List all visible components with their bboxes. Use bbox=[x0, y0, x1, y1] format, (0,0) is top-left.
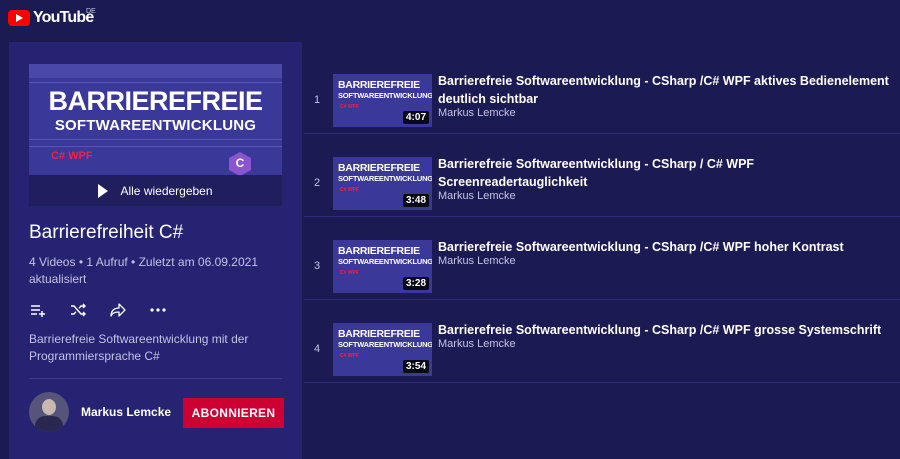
thumb-title-line1: BARRIEREFREIE bbox=[338, 245, 420, 257]
thumb-title-line2: SOFTWAREENTWICKLUNG bbox=[338, 174, 432, 183]
region-code: DE bbox=[86, 8, 96, 15]
youtube-logo[interactable]: YouTube bbox=[8, 9, 94, 27]
thumbnail-tag: C# WPF bbox=[51, 150, 93, 162]
playlist-sidebar: BARRIEREFREIE SOFTWAREENTWICKLUNG C# WPF… bbox=[9, 42, 302, 459]
video-thumbnail[interactable]: BARRIEREFREIE SOFTWAREENTWICKLUNG C# WPF… bbox=[333, 240, 432, 293]
video-channel[interactable]: Markus Lemcke bbox=[438, 107, 516, 119]
video-duration: 4:07 bbox=[402, 111, 429, 124]
sidebar-divider bbox=[29, 378, 282, 379]
video-channel[interactable]: Markus Lemcke bbox=[438, 190, 516, 202]
video-index: 3 bbox=[314, 260, 321, 272]
video-title[interactable]: Barrierefreie Softwareentwicklung - CSha… bbox=[438, 238, 893, 256]
playlist-actions bbox=[29, 300, 189, 320]
playlist-description: Barrierefreie Softwareentwicklung mit de… bbox=[29, 332, 249, 363]
video-title[interactable]: Barrierefreie Softwareentwicklung - CSha… bbox=[438, 321, 893, 339]
video-duration: 3:48 bbox=[402, 194, 429, 207]
thumbnail-gridline bbox=[29, 82, 282, 83]
csharp-logo-glyph: C bbox=[235, 156, 245, 170]
video-title[interactable]: Barrierefreie Softwareentwicklung - CSha… bbox=[438, 155, 893, 191]
video-duration: 3:28 bbox=[402, 277, 429, 290]
shuffle-icon[interactable] bbox=[69, 301, 87, 319]
video-channel[interactable]: Markus Lemcke bbox=[438, 338, 516, 350]
thumb-title-line1: BARRIEREFREIE bbox=[338, 162, 420, 174]
video-thumbnail[interactable]: BARRIEREFREIE SOFTWAREENTWICKLUNG C# WPF… bbox=[333, 323, 432, 376]
video-item[interactable]: 4 BARRIEREFREIE SOFTWAREENTWICKLUNG C# W… bbox=[304, 300, 900, 383]
play-all-button[interactable]: Alle wiedergeben bbox=[29, 175, 282, 206]
thumb-tag: C# WPF bbox=[340, 187, 359, 193]
video-channel[interactable]: Markus Lemcke bbox=[438, 255, 516, 267]
avatar-body bbox=[35, 416, 63, 432]
video-index: 1 bbox=[314, 94, 321, 106]
channel-avatar[interactable] bbox=[29, 392, 69, 432]
avatar-head bbox=[42, 399, 56, 415]
playlist-thumbnail[interactable]: BARRIEREFREIE SOFTWAREENTWICKLUNG C# WPF… bbox=[29, 64, 282, 206]
more-icon[interactable] bbox=[149, 301, 167, 319]
video-thumbnail[interactable]: BARRIEREFREIE SOFTWAREENTWICKLUNG C# WPF… bbox=[333, 74, 432, 127]
video-index: 4 bbox=[314, 343, 321, 355]
play-icon bbox=[98, 183, 109, 198]
thumbnail-screenshot-strip bbox=[29, 64, 282, 78]
thumbnail-title-line2: SOFTWAREENTWICKLUNG bbox=[54, 117, 257, 134]
video-index: 2 bbox=[314, 177, 321, 189]
thumb-tag: C# WPF bbox=[340, 353, 359, 359]
video-duration: 3:54 bbox=[402, 360, 429, 373]
subscribe-button[interactable]: ABONNIEREN bbox=[183, 398, 284, 428]
add-to-queue-icon[interactable] bbox=[29, 301, 47, 319]
video-list: 1 BARRIEREFREIE SOFTWAREENTWICKLUNG C# W… bbox=[304, 42, 900, 459]
playlist-title: Barrierefreiheit C# bbox=[29, 222, 184, 243]
thumb-tag: C# WPF bbox=[340, 270, 359, 276]
youtube-play-icon bbox=[8, 10, 30, 26]
thumb-title-line2: SOFTWAREENTWICKLUNG bbox=[338, 340, 432, 349]
video-item[interactable]: 2 BARRIEREFREIE SOFTWAREENTWICKLUNG C# W… bbox=[304, 134, 900, 217]
thumbnail-gridline bbox=[29, 139, 282, 140]
thumbnail-gridline bbox=[29, 146, 282, 147]
share-icon[interactable] bbox=[109, 301, 127, 319]
top-bar: YouTube DE bbox=[0, 0, 900, 42]
thumb-title-line1: BARRIEREFREIE bbox=[338, 328, 420, 340]
video-thumbnail[interactable]: BARRIEREFREIE SOFTWAREENTWICKLUNG C# WPF… bbox=[333, 157, 432, 210]
thumb-title-line1: BARRIEREFREIE bbox=[338, 79, 420, 91]
thumb-title-line2: SOFTWAREENTWICKLUNG bbox=[338, 257, 432, 266]
channel-name[interactable]: Markus Lemcke bbox=[81, 405, 171, 419]
playlist-stats: 4 Videos • 1 Aufruf • Zuletzt am 06.09.2… bbox=[29, 255, 258, 286]
thumbnail-title-line1: BARRIEREFREIE bbox=[48, 86, 263, 116]
video-title[interactable]: Barrierefreie Softwareentwicklung - CSha… bbox=[438, 72, 893, 108]
video-item[interactable]: 1 BARRIEREFREIE SOFTWAREENTWICKLUNG C# W… bbox=[304, 51, 900, 134]
video-item[interactable]: 3 BARRIEREFREIE SOFTWAREENTWICKLUNG C# W… bbox=[304, 217, 900, 300]
thumb-tag: C# WPF bbox=[340, 104, 359, 110]
thumb-title-line2: SOFTWAREENTWICKLUNG bbox=[338, 91, 432, 100]
logo-text: YouTube bbox=[33, 9, 94, 26]
play-all-label: Alle wiedergeben bbox=[120, 183, 213, 198]
